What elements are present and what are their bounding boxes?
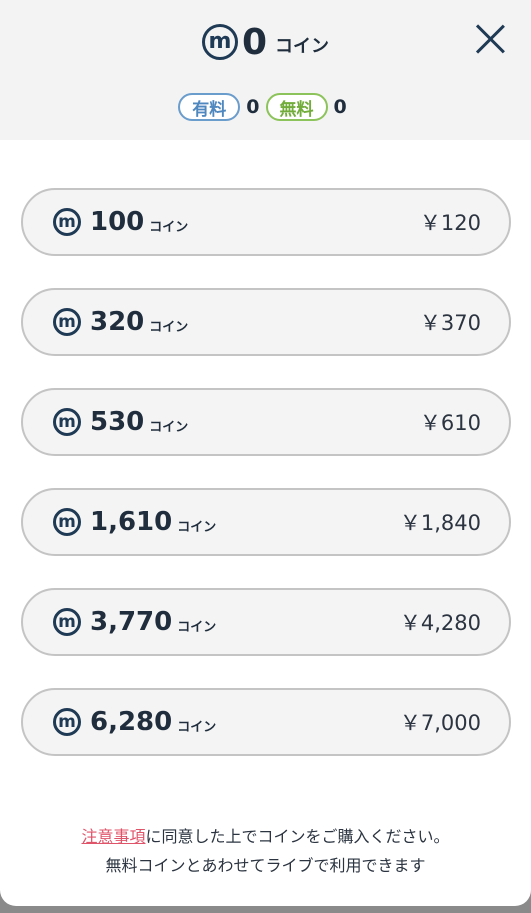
coin-purchase-sheet: m 0 コイン 有料 0 無料 0 m 100 コイン ￥120 m 320 コ… (0, 0, 531, 906)
package-unit: コイン (149, 419, 189, 435)
terms-link[interactable]: 注意事項 (81, 827, 145, 846)
balance-unit: コイン (275, 36, 330, 57)
free-coin-value: 0 (333, 96, 347, 118)
coin-icon: m (53, 208, 81, 236)
notice-line-2: 無料コインとあわせてライブで利用できます (105, 856, 426, 875)
package-amount: 3,770 (90, 607, 173, 637)
coin-package-button[interactable]: m 6,280 コイン ￥7,000 (21, 688, 511, 756)
coin-icon: m (53, 708, 81, 736)
coin-package-button[interactable]: m 1,610 コイン ￥1,840 (21, 488, 511, 556)
free-badge: 無料 (265, 93, 328, 121)
package-price: ￥120 (419, 211, 481, 235)
package-price: ￥1,840 (399, 511, 481, 535)
package-price: ￥370 (419, 311, 481, 335)
package-price: ￥4,280 (399, 611, 481, 635)
balance-breakdown: 有料 0 無料 0 (0, 93, 531, 121)
coin-icon: m (53, 408, 81, 436)
package-unit: コイン (177, 519, 217, 535)
paid-coin-value: 0 (246, 96, 260, 118)
package-amount: 1,610 (90, 507, 173, 537)
package-unit: コイン (149, 219, 189, 235)
coin-icon: m (201, 24, 238, 60)
package-amount: 320 (90, 307, 145, 337)
notice-line-1: 注意事項に同意した上でコインをご購入ください。 (0, 822, 531, 851)
package-amount: 530 (90, 407, 145, 437)
coin-package-button[interactable]: m 320 コイン ￥370 (21, 288, 511, 356)
coin-icon: m (53, 608, 81, 636)
coin-package-button[interactable]: m 3,770 コイン ￥4,280 (21, 588, 511, 656)
package-unit: コイン (149, 319, 189, 335)
paid-badge: 有料 (178, 93, 241, 121)
package-amount: 100 (90, 207, 145, 237)
package-price: ￥610 (419, 411, 481, 435)
close-icon[interactable] (473, 22, 507, 56)
balance-header: m 0 コイン 有料 0 無料 0 (0, 0, 531, 140)
package-price: ￥7,000 (399, 711, 481, 735)
package-amount: 6,280 (90, 707, 173, 737)
notice-line-1-text: に同意した上でコインをご購入ください。 (145, 827, 450, 846)
balance-value: 0 (241, 21, 268, 63)
package-unit: コイン (177, 619, 217, 635)
balance-row: m 0 コイン (0, 18, 531, 66)
purchase-notice: 注意事項に同意した上でコインをご購入ください。 無料コインとあわせてライブで利用… (0, 822, 531, 880)
coin-icon: m (53, 308, 81, 336)
coin-package-button[interactable]: m 530 コイン ￥610 (21, 388, 511, 456)
package-unit: コイン (177, 719, 217, 735)
coin-icon: m (53, 508, 81, 536)
coin-package-button[interactable]: m 100 コイン ￥120 (21, 188, 511, 256)
